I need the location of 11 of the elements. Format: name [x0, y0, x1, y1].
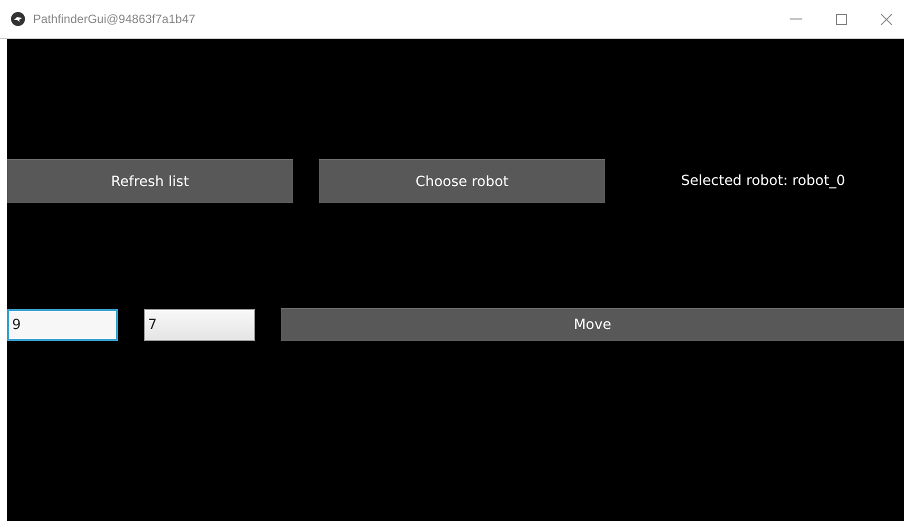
- move-button[interactable]: Move: [281, 308, 904, 341]
- window-title: PathfinderGui@94863f7a1b47: [33, 12, 196, 26]
- coordinate-field[interactable]: 7: [144, 308, 255, 340]
- app-icon: [11, 12, 25, 26]
- minimize-icon[interactable]: [790, 18, 802, 20]
- selected-robot-label: Selected robot: robot_0: [681, 173, 846, 189]
- action-button[interactable]: Choose robot: [319, 159, 605, 203]
- maximize-icon[interactable]: [836, 14, 847, 24]
- close-icon[interactable]: [881, 14, 892, 24]
- coordinate-field[interactable]: 9: [7, 308, 118, 340]
- action-button[interactable]: Refresh list: [7, 159, 293, 203]
